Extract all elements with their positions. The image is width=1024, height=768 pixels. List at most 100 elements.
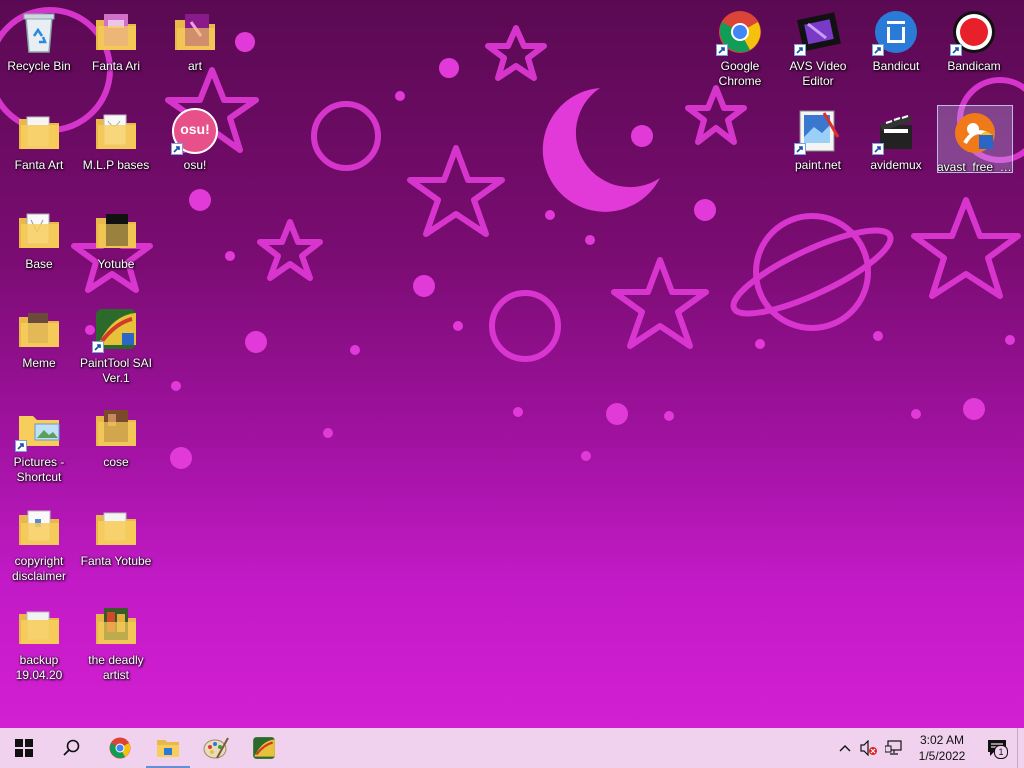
desktop-icon-osu[interactable]: osu! osu! xyxy=(157,103,233,197)
clock-time: 3:02 AM xyxy=(919,733,965,747)
network-button[interactable] xyxy=(881,728,907,768)
chevron-up-icon xyxy=(839,745,851,752)
desktop-icon-avs-video-editor[interactable]: AVS Video Editor xyxy=(780,4,856,98)
shortcut-arrow-icon xyxy=(171,143,183,155)
folder-icon xyxy=(15,305,63,353)
volume-muted-icon xyxy=(860,740,877,756)
clock-date: 1/5/2022 xyxy=(918,749,966,763)
avs-video-editor-icon xyxy=(794,8,842,56)
desktop-icon-label: paint.net xyxy=(794,158,842,172)
osu-logo-text: osu! xyxy=(180,121,210,137)
desktop-icon-avidemux[interactable]: avidemux xyxy=(858,103,934,197)
search-icon xyxy=(63,739,80,756)
taskbar-painttool-sai[interactable] xyxy=(240,728,288,768)
desktop-icon-label: art xyxy=(187,59,202,73)
show-hidden-icons-button[interactable] xyxy=(833,728,857,768)
desktop-icon-base[interactable]: Base xyxy=(1,202,77,296)
chrome-icon xyxy=(716,8,764,56)
desktop-icon-mlp-bases[interactable]: M.L.P bases xyxy=(78,103,154,197)
notification-count-badge: 1 xyxy=(994,745,1008,759)
folder-icon xyxy=(15,206,63,254)
avidemux-icon xyxy=(872,107,920,155)
desktop-icon-the-deadly-artist[interactable]: the deadly artist xyxy=(78,598,154,692)
shortcut-arrow-icon xyxy=(15,440,27,452)
desktop-icon-fanta-yotube[interactable]: Fanta Yotube xyxy=(78,499,154,593)
desktop-icon-label: the deadly artist xyxy=(88,653,144,682)
shortcut-arrow-icon xyxy=(92,341,104,353)
search-button[interactable] xyxy=(48,728,96,768)
desktop-icon-paint-net[interactable]: paint.net xyxy=(780,103,856,197)
desktop-icon-label: AVS Video Editor xyxy=(789,59,847,88)
taskbar: 3:02 AM 1/5/2022 1 xyxy=(0,728,1024,768)
desktop-icon-label: Bandicam xyxy=(947,59,1001,73)
desktop-icon-label: backup 19.04.20 xyxy=(15,653,63,682)
desktop-icon-copyright-disclaimer[interactable]: copyright disclaimer xyxy=(1,499,77,593)
shortcut-arrow-icon xyxy=(950,44,962,56)
shortcut-arrow-icon xyxy=(716,44,728,56)
desktop-icon-pictures-shortcut[interactable]: Pictures - Shortcut xyxy=(1,400,77,494)
bandicam-icon xyxy=(950,8,998,56)
desktop-icon-label: Base xyxy=(25,257,53,271)
folder-icon xyxy=(92,8,140,56)
desktop-icon-label: copyright disclaimer xyxy=(11,554,66,583)
desktop-icon-fanta-ari[interactable]: Fanta Ari xyxy=(78,4,154,98)
paint-palette-icon xyxy=(203,737,229,759)
folder-icon xyxy=(92,602,140,650)
desktop[interactable]: Recycle Bin Fanta Art Base Meme Pictures… xyxy=(0,0,1024,728)
file-explorer-icon xyxy=(157,740,179,757)
painttool-sai-icon xyxy=(253,737,275,759)
folder-icon xyxy=(92,404,140,452)
desktop-icon-avast-setup[interactable]: avast_free_antivirus_setup xyxy=(937,105,1013,173)
desktop-icon-label: M.L.P bases xyxy=(82,158,150,172)
action-center-button[interactable]: 1 xyxy=(977,728,1017,768)
desktop-icon-backup[interactable]: backup 19.04.20 xyxy=(1,598,77,692)
desktop-icon-label: Fanta Ari xyxy=(91,59,141,73)
system-tray: 3:02 AM 1/5/2022 1 xyxy=(833,728,1024,768)
folder-icon xyxy=(15,602,63,650)
painttool-sai-icon xyxy=(92,305,140,353)
folder-icon xyxy=(92,107,140,155)
bandicut-icon xyxy=(872,8,920,56)
folder-icon xyxy=(15,107,63,155)
desktop-icon-fanta-art[interactable]: Fanta Art xyxy=(1,103,77,197)
desktop-icon-label: avidemux xyxy=(870,158,922,172)
shortcut-arrow-icon xyxy=(794,44,806,56)
folder-icon xyxy=(15,404,63,452)
shortcut-arrow-icon xyxy=(794,143,806,155)
taskbar-chrome[interactable] xyxy=(96,728,144,768)
paint-net-icon xyxy=(794,107,842,155)
desktop-icon-label: Bandicut xyxy=(872,59,920,73)
shortcut-arrow-icon xyxy=(872,143,884,155)
network-icon xyxy=(885,740,902,755)
desktop-icon-label: osu! xyxy=(183,158,207,172)
recycle-bin-icon xyxy=(15,8,63,56)
show-desktop-button[interactable] xyxy=(1017,728,1024,768)
desktop-icon-label: Google Chrome xyxy=(718,59,762,88)
desktop-icon-painttool-sai[interactable]: PaintTool SAI Ver.1 xyxy=(78,301,154,395)
taskbar-file-explorer[interactable] xyxy=(144,728,192,768)
desktop-icon-google-chrome[interactable]: Google Chrome xyxy=(702,4,778,98)
avast-icon xyxy=(951,109,999,157)
desktop-icon-bandicam[interactable]: Bandicam xyxy=(936,4,1012,98)
desktop-icon-label: cose xyxy=(103,455,129,469)
volume-button[interactable] xyxy=(857,728,881,768)
osu-icon: osu! xyxy=(171,107,219,155)
folder-icon xyxy=(92,503,140,551)
taskbar-paint[interactable] xyxy=(192,728,240,768)
desktop-icon-cose[interactable]: cose xyxy=(78,400,154,494)
desktop-icon-label: Fanta Yotube xyxy=(80,554,152,568)
folder-icon xyxy=(15,503,63,551)
desktop-icon-yotube[interactable]: Yotube xyxy=(78,202,154,296)
desktop-icon-art[interactable]: art xyxy=(157,4,233,98)
shortcut-arrow-icon xyxy=(872,44,884,56)
desktop-icon-label: avast_free_antivirus_setup xyxy=(937,160,1013,173)
clock[interactable]: 3:02 AM 1/5/2022 xyxy=(907,728,977,768)
start-button[interactable] xyxy=(0,728,48,768)
desktop-icon-label: Meme xyxy=(22,356,56,370)
desktop-icon-meme[interactable]: Meme xyxy=(1,301,77,395)
desktop-icon-bandicut[interactable]: Bandicut xyxy=(858,4,934,98)
desktop-icon-recycle-bin[interactable]: Recycle Bin xyxy=(1,4,77,98)
desktop-icon-label: Pictures - Shortcut xyxy=(13,455,65,484)
windows-logo-icon xyxy=(15,739,33,757)
folder-icon xyxy=(92,206,140,254)
